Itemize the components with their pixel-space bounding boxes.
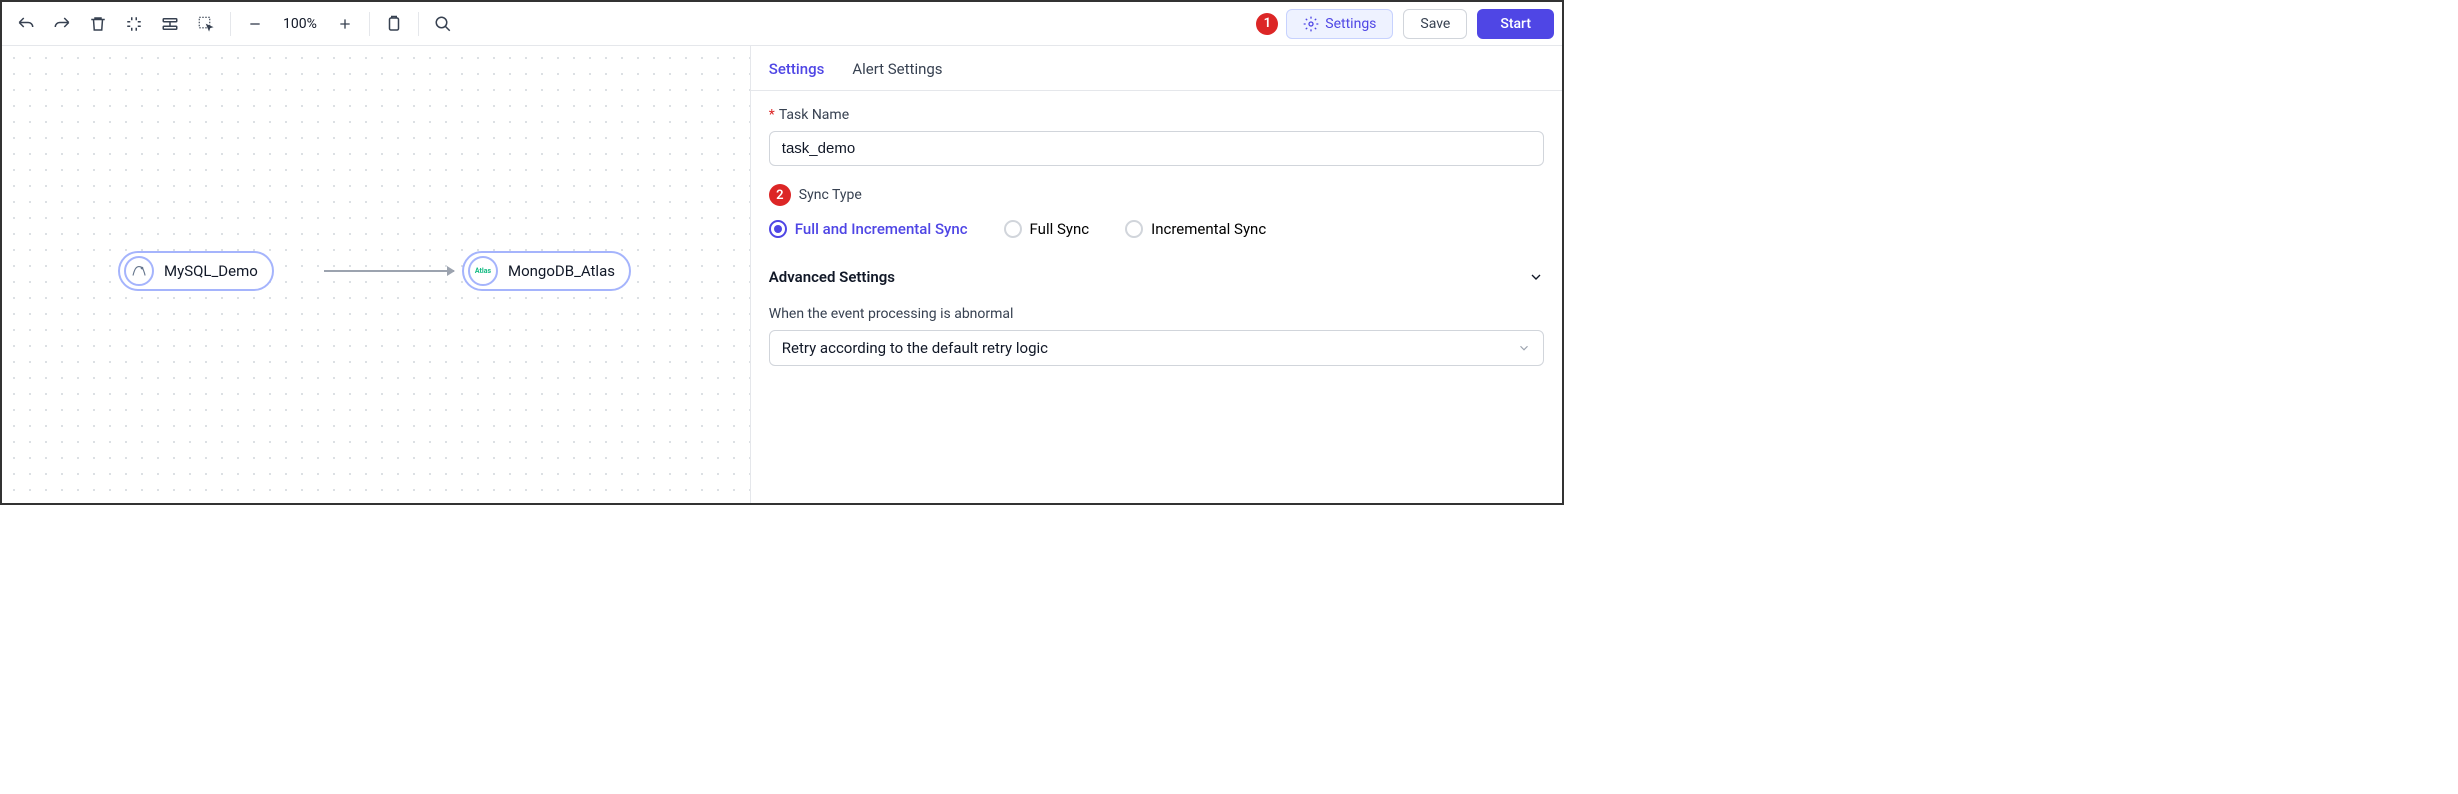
zoom-out-button[interactable] — [239, 8, 271, 40]
radio-full[interactable]: Full Sync — [1004, 220, 1090, 238]
node-label: MongoDB_Atlas — [508, 262, 615, 280]
annotation-badge-1: 1 — [1256, 13, 1278, 35]
node-label: MySQL_Demo — [164, 262, 258, 280]
undo-button[interactable] — [10, 8, 42, 40]
task-name-input[interactable] — [769, 131, 1544, 166]
select-button[interactable] — [190, 8, 222, 40]
gear-icon — [1303, 16, 1319, 32]
tab-settings[interactable]: Settings — [769, 60, 825, 78]
radio-circle-icon — [1004, 220, 1022, 238]
toolbar: 100% 1 Settings Save Start — [2, 2, 1562, 46]
node-mysql[interactable]: MySQL_Demo — [118, 251, 274, 291]
radio-circle-icon — [1125, 220, 1143, 238]
radio-circle-icon — [769, 220, 787, 238]
node-mongodb[interactable]: Atlas MongoDB_Atlas — [462, 251, 631, 291]
divider — [369, 12, 370, 36]
chevron-down-icon — [1517, 341, 1531, 355]
abnormal-event-label: When the event processing is abnormal — [769, 306, 1544, 322]
radio-full-incremental[interactable]: Full and Incremental Sync — [769, 220, 968, 238]
tabs: Settings Alert Settings — [751, 46, 1562, 91]
sync-type-label: Sync Type — [799, 187, 862, 203]
clipboard-button[interactable] — [378, 8, 410, 40]
tab-alert-settings[interactable]: Alert Settings — [852, 60, 942, 78]
advanced-settings-label: Advanced Settings — [769, 268, 895, 286]
settings-button[interactable]: Settings — [1286, 9, 1393, 39]
chevron-down-icon — [1528, 269, 1544, 285]
center-button[interactable] — [118, 8, 150, 40]
atlas-icon: Atlas — [468, 256, 498, 286]
radio-label: Full and Incremental Sync — [795, 220, 968, 238]
sync-type-radio-group: Full and Incremental Sync Full Sync Incr… — [769, 220, 1544, 238]
divider — [230, 12, 231, 36]
save-button[interactable]: Save — [1403, 9, 1467, 39]
task-name-label: * Task Name — [769, 107, 1544, 123]
save-label: Save — [1420, 16, 1450, 32]
redo-button[interactable] — [46, 8, 78, 40]
settings-label: Settings — [1325, 16, 1376, 32]
radio-incremental[interactable]: Incremental Sync — [1125, 220, 1266, 238]
divider — [418, 12, 419, 36]
select-value: Retry according to the default retry log… — [782, 339, 1048, 357]
annotation-badge-2: 2 — [769, 184, 791, 206]
advanced-settings-toggle[interactable]: Advanced Settings — [769, 258, 1544, 296]
abnormal-event-select[interactable]: Retry according to the default retry log… — [769, 330, 1544, 366]
zoom-level: 100% — [275, 16, 325, 32]
delete-button[interactable] — [82, 8, 114, 40]
start-button[interactable]: Start — [1477, 9, 1554, 39]
connection-arrow[interactable] — [324, 270, 454, 272]
layout-button[interactable] — [154, 8, 186, 40]
main-area: MySQL_Demo Atlas MongoDB_Atlas Settings … — [2, 46, 1562, 503]
canvas[interactable]: MySQL_Demo Atlas MongoDB_Atlas — [2, 46, 751, 503]
mysql-icon — [124, 256, 154, 286]
search-button[interactable] — [427, 8, 459, 40]
required-mark: * — [769, 107, 775, 123]
radio-label: Incremental Sync — [1151, 220, 1266, 238]
settings-panel: Settings Alert Settings * Task Name 2 Sy… — [751, 46, 1562, 503]
start-label: Start — [1500, 16, 1531, 32]
zoom-in-button[interactable] — [329, 8, 361, 40]
radio-label: Full Sync — [1030, 220, 1090, 238]
